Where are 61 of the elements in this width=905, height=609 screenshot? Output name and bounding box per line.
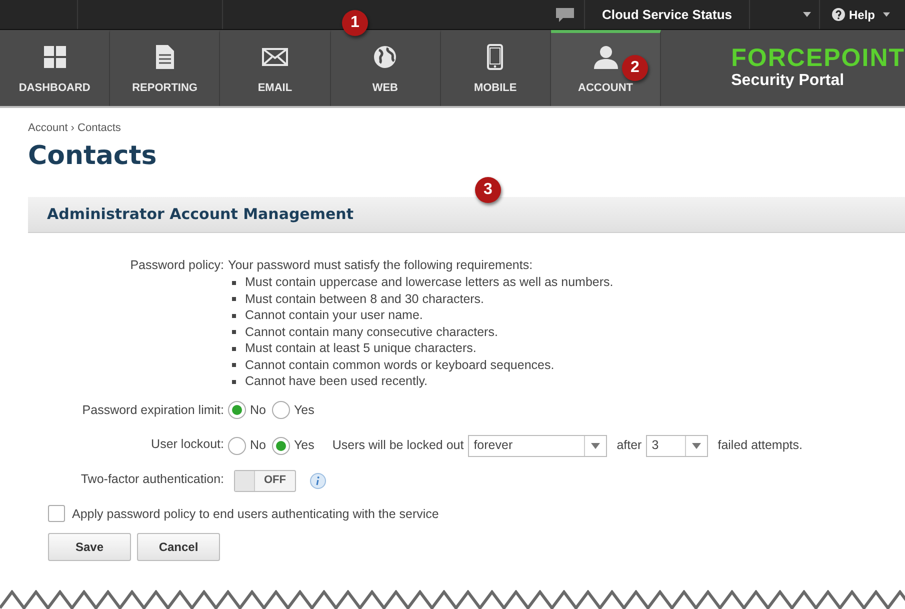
breadcrumb: Account › Contacts: [28, 121, 122, 136]
bullet-icon: [232, 330, 236, 334]
policy-requirement: Must contain uppercase and lowercase letters as well as numbers.: [245, 274, 614, 291]
envelope-icon: [262, 48, 288, 66]
field-label: Password policy:: [129, 256, 225, 274]
lockout-text: Users will be locked out: [332, 437, 464, 454]
phone-icon: [487, 44, 504, 70]
caret-icon[interactable]: [883, 12, 890, 17]
bullet-icon: [232, 314, 236, 318]
section-title: Administrator Account Management: [47, 204, 354, 225]
radio-button[interactable]: [228, 436, 246, 454]
policy-requirement: Cannot contain common words or keyboard sequences.: [245, 356, 554, 374]
bullet-icon: [232, 346, 236, 350]
form-button[interactable]: Cancel: [137, 533, 220, 562]
policy-requirement: Must contain between 8 and 30 characters.: [245, 290, 484, 308]
checkbox[interactable]: [48, 505, 65, 522]
checkbox-label[interactable]: Apply password policy to end users authenticating with the service: [72, 504, 439, 524]
info-icon[interactable]: [310, 472, 326, 488]
toggle-switch[interactable]: OFF: [234, 470, 296, 492]
caret-icon[interactable]: [692, 442, 701, 448]
bullet-icon: [232, 297, 236, 301]
radio-label[interactable]: No: [250, 400, 266, 420]
radio-label[interactable]: Yes: [294, 436, 314, 455]
chat-icon[interactable]: [556, 8, 574, 22]
page-title: Contacts: [28, 140, 158, 170]
dropdown-field[interactable]: forever: [468, 434, 607, 456]
policy-requirement: Must contain at least 5 unique characters.: [245, 340, 476, 357]
radio-label[interactable]: Yes: [294, 400, 314, 420]
policy-requirement: Cannot have been used recently.: [245, 373, 428, 390]
help-icon[interactable]: [832, 8, 845, 21]
dropdown-field[interactable]: 3: [646, 434, 708, 456]
nav-tab[interactable]: DASHBOARD: [0, 30, 110, 106]
help-menu[interactable]: Help: [849, 6, 876, 24]
brand-logo: FORCEPOINT: [731, 45, 905, 71]
grid-icon: [44, 46, 66, 68]
radio-button[interactable]: [272, 401, 290, 420]
bullet-icon: [232, 380, 236, 384]
nav-tab[interactable]: EMAIL: [220, 30, 331, 106]
radio-button[interactable]: [228, 401, 246, 420]
status-link[interactable]: Cloud Service Status: [585, 0, 750, 29]
field-label: Password expiration limit:: [81, 402, 225, 419]
radio-label[interactable]: No: [250, 436, 266, 455]
policy-requirement: Cannot contain your user name.: [245, 307, 423, 324]
person-icon: [594, 44, 618, 68]
lockout-text: after: [616, 437, 642, 454]
callout-badge: 3: [475, 177, 501, 203]
document-icon: [156, 44, 174, 68]
form-button[interactable]: Save: [48, 533, 131, 562]
globe-icon: [373, 44, 398, 68]
field-label: Two-factor authentication:: [80, 470, 225, 488]
radio-button[interactable]: [272, 436, 290, 454]
logo-subtitle: Security Portal: [731, 71, 846, 91]
field-label: User lockout:: [150, 436, 225, 452]
bullet-icon: [232, 363, 236, 367]
policy-requirement: Cannot contain many consecutive characters.: [245, 324, 498, 340]
bullet-icon: [232, 280, 236, 284]
nav-tab[interactable]: REPORTING: [110, 30, 220, 106]
caret-icon[interactable]: [590, 442, 600, 448]
lockout-text: failed attempts.: [718, 437, 802, 454]
policy-intro: Your password must satisfy the following requirements:: [228, 256, 534, 274]
caret-icon[interactable]: [803, 12, 811, 17]
